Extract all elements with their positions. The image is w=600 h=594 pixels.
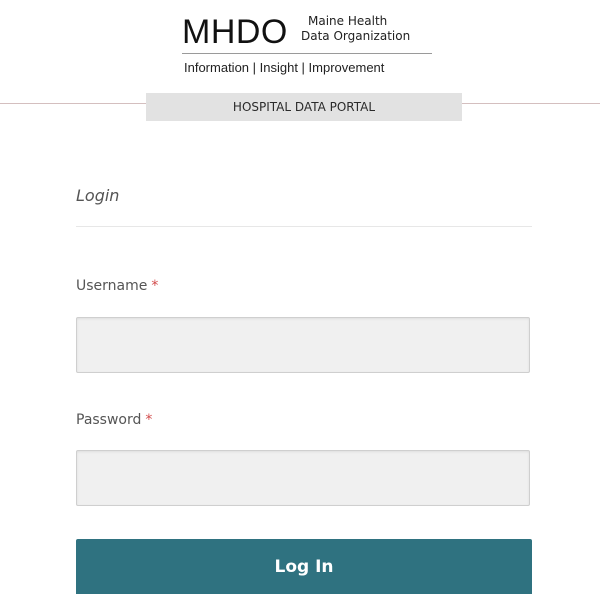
password-label-text: Password: [76, 412, 142, 428]
password-input[interactable]: [76, 450, 530, 506]
logo-wordmark: MHDO: [182, 13, 288, 51]
login-page: MHDO Maine Health Data Organization Info…: [0, 0, 600, 594]
logo-organization-name: Maine Health Data Organization: [301, 14, 410, 44]
username-label-text: Username: [76, 278, 148, 294]
portal-banner: HOSPITAL DATA PORTAL: [146, 93, 462, 121]
logo-tagline: Information | Insight | Improvement: [184, 60, 385, 75]
login-heading: Login: [76, 186, 120, 205]
password-required-marker: *: [145, 412, 153, 428]
login-divider: [76, 226, 532, 227]
username-label: Username *: [76, 276, 158, 296]
mhdo-logo: MHDO Maine Health Data Organization Info…: [182, 8, 434, 84]
username-required-marker: *: [151, 278, 159, 294]
logo-organization-line-1: Maine Health: [308, 14, 388, 28]
logo-organization-line-2: Data Organization: [301, 29, 411, 43]
password-label: Password *: [76, 410, 152, 430]
login-button[interactable]: Log In: [76, 539, 532, 594]
logo-divider: [182, 53, 432, 54]
username-input[interactable]: [76, 317, 530, 373]
